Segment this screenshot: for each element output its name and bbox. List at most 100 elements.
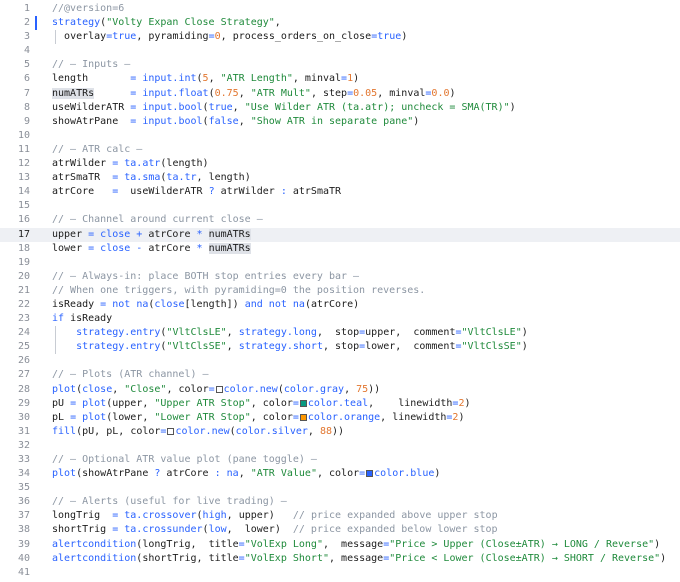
- code-content[interactable]: // — Plots (ATR channel) —: [52, 368, 209, 382]
- code-content[interactable]: longTrig = ta.crossover(high, upper) // …: [52, 509, 498, 523]
- code-line[interactable]: 9 showAtrPane = input.bool(false, "Show A…: [0, 115, 680, 129]
- code-content[interactable]: // — Alerts (useful for live trading) —: [52, 495, 287, 509]
- code-line[interactable]: 1 //@version=6: [0, 2, 680, 16]
- code-line[interactable]: 19: [0, 256, 680, 270]
- code-content[interactable]: atrWilder = ta.atr(length): [52, 157, 209, 171]
- code-content[interactable]: strategy("Volty Expan Close Strategy",: [52, 16, 281, 30]
- code-token: high: [202, 510, 227, 522]
- code-line[interactable]: 34 plot(showAtrPane ? atrCore : na, "ATR …: [0, 467, 680, 481]
- code-line[interactable]: 18 lower = close - atrCore * numATRs: [0, 242, 680, 256]
- code-content[interactable]: overlay=true, pyramiding=0, process_orde…: [52, 30, 407, 45]
- code-content[interactable]: lower = close - atrCore * numATRs: [52, 242, 251, 256]
- color-swatch-icon[interactable]: [366, 470, 374, 478]
- color-swatch-icon[interactable]: [299, 413, 307, 421]
- code-content[interactable]: alertcondition(shortTrig, title="VolExp …: [52, 552, 666, 566]
- code-token: step: [323, 87, 348, 99]
- code-line[interactable]: 35: [0, 481, 680, 495]
- code-content[interactable]: // — Optional ATR value plot (pane toggl…: [52, 453, 317, 467]
- code-line[interactable]: 31 fill(pU, pL, color= color.new(color.sil…: [0, 425, 680, 439]
- code-content[interactable]: plot(close, "Close", color= color.new(col…: [52, 383, 380, 397]
- code-line[interactable]: 12 atrWilder = ta.atr(length): [0, 157, 680, 171]
- code-content[interactable]: pU = plot(upper, "Upper ATR Stop", color…: [52, 397, 471, 411]
- line-number: 10: [17, 129, 30, 141]
- code-line[interactable]: 41: [0, 566, 680, 580]
- code-line[interactable]: 28 plot(close, "Close", color= color.new(c…: [0, 383, 680, 397]
- code-token: pL: [106, 425, 119, 437]
- code-line[interactable]: 30 pL = plot(lower, "Lower ATR Stop", col…: [0, 411, 680, 425]
- code-content[interactable]: strategy.entry("VltClsLE", strategy.long…: [52, 326, 528, 341]
- code-token: atrSmaTR: [52, 172, 113, 184]
- line-number: 36: [17, 496, 30, 508]
- code-line[interactable]: 15: [0, 199, 680, 213]
- code-content[interactable]: showAtrPane = input.bool(false, "Show AT…: [52, 115, 419, 129]
- code-token: // price expanded above upper stop: [292, 510, 498, 522]
- code-content[interactable]: plot(showAtrPane ? atrCore : na, "ATR Va…: [52, 467, 440, 481]
- code-line[interactable]: 14 atrCore = useWilderATR ? atrWilder : a…: [0, 185, 680, 199]
- code-line[interactable]: 26: [0, 354, 680, 368]
- code-line[interactable]: 29 pU = plot(upper, "Upper ATR Stop", col…: [0, 397, 680, 411]
- code-token: =: [130, 87, 143, 99]
- code-content[interactable]: alertcondition(longTrig, title="VolExp L…: [52, 538, 660, 552]
- code-content[interactable]: shortTrig = ta.crossunder(low, lower) //…: [52, 523, 498, 537]
- code-content[interactable]: // — Inputs —: [52, 58, 130, 72]
- code-content[interactable]: upper = close + atrCore * numATRs: [52, 228, 251, 242]
- code-content[interactable]: // When one triggers, with pyramiding=0 …: [52, 284, 425, 298]
- code-line[interactable]: 37 longTrig = ta.crossover(high, upper) /…: [0, 509, 680, 523]
- code-line[interactable]: 4: [0, 44, 680, 58]
- code-content[interactable]: strategy.entry("VltClsSE", strategy.shor…: [52, 340, 528, 355]
- code-content[interactable]: // — Always-in: place BOTH stop entries …: [52, 270, 359, 284]
- code-line[interactable]: 11 // — ATR calc —: [0, 143, 680, 157]
- code-line[interactable]: 3 overlay=true, pyramiding=0, process_or…: [0, 30, 680, 45]
- code-content[interactable]: useWilderATR = input.bool(true, "Use Wil…: [52, 101, 516, 115]
- code-line[interactable]: 33 // — Optional ATR value plot (pane tog…: [0, 453, 680, 467]
- code-content[interactable]: atrSmaTR = ta.sma(ta.tr, length): [52, 171, 251, 185]
- code-editor[interactable]: 1 //@version=6 2 strategy("Volty Expan Clos…: [0, 0, 680, 582]
- code-line[interactable]: 39 alertcondition(longTrig, title="VolExp…: [0, 538, 680, 552]
- code-content[interactable]: atrCore = useWilderATR ? atrWilder : atr…: [52, 185, 341, 199]
- code-content[interactable]: pL = plot(lower, "Lower ATR Stop", color…: [52, 411, 464, 425]
- color-swatch-icon[interactable]: [299, 399, 307, 407]
- code-line[interactable]: 10: [0, 129, 680, 143]
- code-line[interactable]: 8 useWilderATR = input.bool(true, "Use Wi…: [0, 101, 680, 115]
- code-content[interactable]: isReady = not na(close[length]) and not …: [52, 298, 359, 312]
- code-line[interactable]: 22 isReady = not na(close[length]) and no…: [0, 298, 680, 312]
- code-line[interactable]: 23 if isReady: [0, 312, 680, 326]
- code-token: "VolExp Long": [244, 538, 323, 550]
- code-line[interactable]: 36 // — Alerts (useful for live trading) …: [0, 495, 680, 509]
- code-line[interactable]: 27 // — Plots (ATR channel) —: [0, 368, 680, 382]
- color-swatch-icon[interactable]: [215, 385, 223, 393]
- code-line[interactable]: 7 numATRs = input.float(0.75, "ATR Mult",…: [0, 87, 680, 101]
- code-token: input.bool: [142, 115, 203, 127]
- code-content[interactable]: if isReady: [52, 312, 112, 326]
- code-token: color.new: [175, 425, 230, 437]
- code-line[interactable]: 25 strategy.entry("VltClsSE", strategy.s…: [0, 340, 680, 355]
- code-line[interactable]: 20 // — Always-in: place BOTH stop entrie…: [0, 270, 680, 284]
- code-token: 0.75: [214, 87, 239, 99]
- code-token: length: [208, 172, 245, 184]
- code-line[interactable]: 32: [0, 439, 680, 453]
- code-line[interactable]: 21 // When one triggers, with pyramiding=…: [0, 284, 680, 298]
- line-number: 18: [17, 242, 30, 254]
- code-content[interactable]: // — Channel around current close —: [52, 213, 263, 227]
- highlighted-token: numATRs: [208, 228, 251, 240]
- code-content[interactable]: fill(pU, pL, color= color.new(color.silve…: [52, 425, 344, 439]
- code-line[interactable]: 38 shortTrig = ta.crossunder(low, lower) …: [0, 523, 680, 537]
- color-swatch-icon[interactable]: [167, 427, 175, 435]
- code-token: -: [136, 242, 149, 254]
- code-token: =: [130, 101, 143, 113]
- code-line[interactable]: 16 // — Channel around current close —: [0, 213, 680, 227]
- code-line[interactable]: 13 atrSmaTR = ta.sma(ta.tr, length): [0, 171, 680, 185]
- code-line[interactable]: 6 length = input.int(5, "ATR Length", min…: [0, 72, 680, 86]
- code-line[interactable]: 5 // — Inputs —: [0, 58, 680, 72]
- code-content[interactable]: length = input.int(5, "ATR Length", minv…: [52, 72, 359, 86]
- code-content[interactable]: numATRs = input.float(0.75, "ATR Mult", …: [52, 87, 456, 101]
- code-token: isReady: [70, 313, 113, 325]
- line-number: 1: [23, 3, 30, 14]
- code-line[interactable]: 2 strategy("Volty Expan Close Strategy",: [0, 16, 680, 31]
- code-line[interactable]: 24 strategy.entry("VltClsLE", strategy.l…: [0, 326, 680, 341]
- code-content[interactable]: //@version=6: [52, 2, 124, 16]
- code-line[interactable]: 40 alertcondition(shortTrig, title="VolEx…: [0, 552, 680, 566]
- code-token: ): [353, 73, 360, 85]
- code-content[interactable]: // — ATR calc —: [52, 143, 142, 157]
- code-line[interactable]: 17 upper = close + atrCore * numATRs: [0, 227, 680, 242]
